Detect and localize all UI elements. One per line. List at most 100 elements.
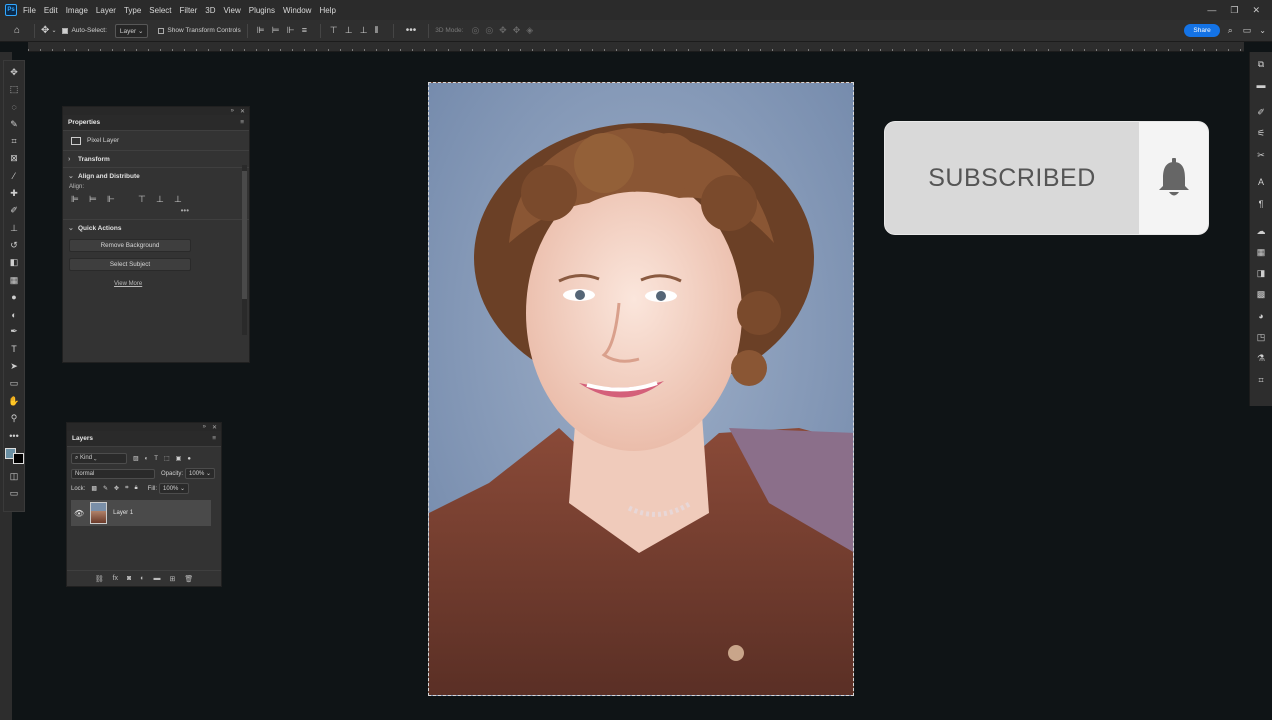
gradient-tool-icon[interactable]: ▦ xyxy=(7,274,21,287)
transform-icon[interactable]: ⌗ xyxy=(1255,374,1267,386)
comments-icon[interactable]: ▬ xyxy=(1255,79,1267,91)
layer-name[interactable]: Layer 1 xyxy=(113,510,133,516)
color-swatches[interactable] xyxy=(4,447,24,464)
quick-select-tool-icon[interactable]: ✎ xyxy=(7,118,21,131)
filter-pixel-icon[interactable]: ▨ xyxy=(133,455,139,462)
auto-select-checkbox[interactable] xyxy=(62,27,69,34)
menu-image[interactable]: Image xyxy=(66,6,88,15)
align-middle-icon[interactable]: ⊥ xyxy=(156,195,165,204)
brush-tool-icon[interactable]: ✐ xyxy=(7,204,21,217)
tab-properties[interactable]: Properties xyxy=(68,119,100,126)
new-layer-icon[interactable]: ⊞ xyxy=(170,575,176,583)
patterns-icon[interactable]: ▩ xyxy=(1255,289,1267,301)
eraser-tool-icon[interactable]: ◧ xyxy=(7,256,21,269)
transform-section-header[interactable]: › Transform xyxy=(63,151,249,167)
zoom-tool-icon[interactable]: ⚲ xyxy=(7,412,21,425)
swatches-icon[interactable]: ▦ xyxy=(1255,246,1267,258)
eye-icon[interactable]: 👁︎ xyxy=(74,509,84,518)
menu-select[interactable]: Select xyxy=(149,6,171,15)
gradients-icon[interactable]: ◨ xyxy=(1255,268,1267,280)
dodge-tool-icon[interactable]: ◐ xyxy=(7,308,21,321)
opacity-field[interactable]: 100% ⌄ xyxy=(185,468,216,479)
filter-type-icon[interactable]: T xyxy=(154,456,158,462)
blend-mode-dropdown[interactable]: Normal xyxy=(71,468,155,479)
menu-edit[interactable]: Edit xyxy=(44,6,58,15)
close-icon[interactable]: ✕ xyxy=(240,108,245,115)
align-distribute-section-header[interactable]: ⌄ Align and Distribute xyxy=(63,168,249,184)
notification-bell-area[interactable] xyxy=(1139,122,1208,234)
align-right-icon[interactable]: ⊩ xyxy=(287,26,296,35)
kind-filter-dropdown[interactable]: ⌕ Kind ⌄ xyxy=(71,453,127,464)
menu-file[interactable]: File xyxy=(23,6,36,15)
layer-row[interactable]: 👁︎ Layer 1 xyxy=(71,500,211,526)
marquee-tool-icon[interactable]: ⬚ xyxy=(7,83,21,96)
scrollbar-thumb[interactable] xyxy=(242,171,247,299)
frame-tool-icon[interactable]: ⊠ xyxy=(7,152,21,165)
align-top-icon[interactable]: ⊤ xyxy=(330,26,339,35)
layer-thumbnail[interactable] xyxy=(90,502,108,524)
menu-view[interactable]: View xyxy=(224,6,241,15)
history-icon[interactable]: ⧉ xyxy=(1255,58,1267,70)
align-middle-icon[interactable]: ⊥ xyxy=(345,26,354,35)
lock-artboard-icon[interactable]: ⌗ xyxy=(125,485,128,492)
character-icon[interactable]: A xyxy=(1255,176,1267,188)
lasso-tool-icon[interactable]: ◌ xyxy=(7,101,21,114)
search-icon[interactable]: ⌕ xyxy=(1228,25,1233,36)
color-icon[interactable]: ◕ xyxy=(1255,310,1267,322)
pen-tool-icon[interactable]: ✒ xyxy=(7,325,21,338)
brush-settings-icon[interactable]: ✐ xyxy=(1255,107,1267,119)
photoshop-logo-icon[interactable]: Ps xyxy=(5,4,17,16)
show-transform-checkbox[interactable] xyxy=(158,27,165,34)
screen-mode-icon[interactable]: ▭ xyxy=(7,487,21,500)
collapse-icon[interactable]: » xyxy=(231,108,234,114)
lock-move-icon[interactable]: ✥ xyxy=(114,485,119,492)
remove-background-button[interactable]: Remove Background xyxy=(69,239,191,252)
chevron-down-icon[interactable]: ⌄ xyxy=(51,27,56,34)
shape-tool-icon[interactable]: ▭ xyxy=(7,377,21,390)
distribute-icon[interactable]: ≡ xyxy=(302,26,311,35)
move-tool-icon[interactable]: ✥ xyxy=(41,25,49,36)
more-tools-icon[interactable]: ••• xyxy=(7,429,21,442)
more-options-icon[interactable]: ••• xyxy=(406,25,417,36)
collapse-icon[interactable]: » xyxy=(203,424,206,430)
align-bottom-icon[interactable]: ⊥ xyxy=(174,195,183,204)
panel-menu-icon[interactable]: ≡ xyxy=(240,119,244,126)
close-icon[interactable]: ✕ xyxy=(1252,5,1260,16)
align-right-icon[interactable]: ⊩ xyxy=(107,195,116,204)
background-color-swatch[interactable] xyxy=(12,452,24,464)
menu-type[interactable]: Type xyxy=(124,6,141,15)
adjustment-layer-icon[interactable]: ◐ xyxy=(140,575,144,582)
home-icon[interactable]: ⌂ xyxy=(14,25,20,36)
fx-icon[interactable]: fx xyxy=(113,575,118,582)
menu-filter[interactable]: Filter xyxy=(180,6,198,15)
panel-menu-icon[interactable]: ≡ xyxy=(212,435,216,442)
lock-all-icon[interactable]: 🔒︎ xyxy=(134,485,137,492)
minimize-icon[interactable]: — xyxy=(1207,5,1216,16)
hand-tool-icon[interactable]: ✋ xyxy=(7,395,21,408)
align-top-icon[interactable]: ⊤ xyxy=(138,195,147,204)
maximize-icon[interactable]: ❐ xyxy=(1230,5,1238,16)
align-center-icon[interactable]: ⊨ xyxy=(89,195,98,204)
eyedropper-tool-icon[interactable]: ⁄ xyxy=(7,170,21,183)
menu-window[interactable]: Window xyxy=(283,6,311,15)
align-bottom-icon[interactable]: ⊥ xyxy=(360,26,369,35)
menu-3d[interactable]: 3D xyxy=(205,6,215,15)
subscribed-button[interactable]: SUBSCRIBED xyxy=(885,122,1208,234)
workspace-icon[interactable]: ▭ xyxy=(1243,25,1252,36)
adjustments-icon[interactable]: ⚟ xyxy=(1255,128,1267,140)
menu-help[interactable]: Help xyxy=(319,6,335,15)
libraries-icon[interactable]: ☁ xyxy=(1255,225,1267,237)
filter-shape-icon[interactable]: ⬚ xyxy=(164,455,170,462)
menu-plugins[interactable]: Plugins xyxy=(249,6,275,15)
delete-layer-icon[interactable]: 🗑︎ xyxy=(184,575,193,583)
filter-toggle-icon[interactable]: ● xyxy=(187,456,191,462)
filter-smart-icon[interactable]: ▣ xyxy=(176,455,182,462)
link-icon[interactable]: ⛓ xyxy=(95,575,104,583)
crop-tool-icon[interactable]: ⌗ xyxy=(7,135,21,148)
quick-actions-section-header[interactable]: ⌄ Quick Actions xyxy=(63,220,249,236)
quick-mask-icon[interactable]: ◫ xyxy=(7,470,21,483)
close-icon[interactable]: ✕ xyxy=(212,424,217,431)
add-mask-icon[interactable]: ◙ xyxy=(127,575,131,582)
share-button[interactable]: Share xyxy=(1184,24,1220,37)
filter-adjustment-icon[interactable]: ◐ xyxy=(145,456,149,462)
